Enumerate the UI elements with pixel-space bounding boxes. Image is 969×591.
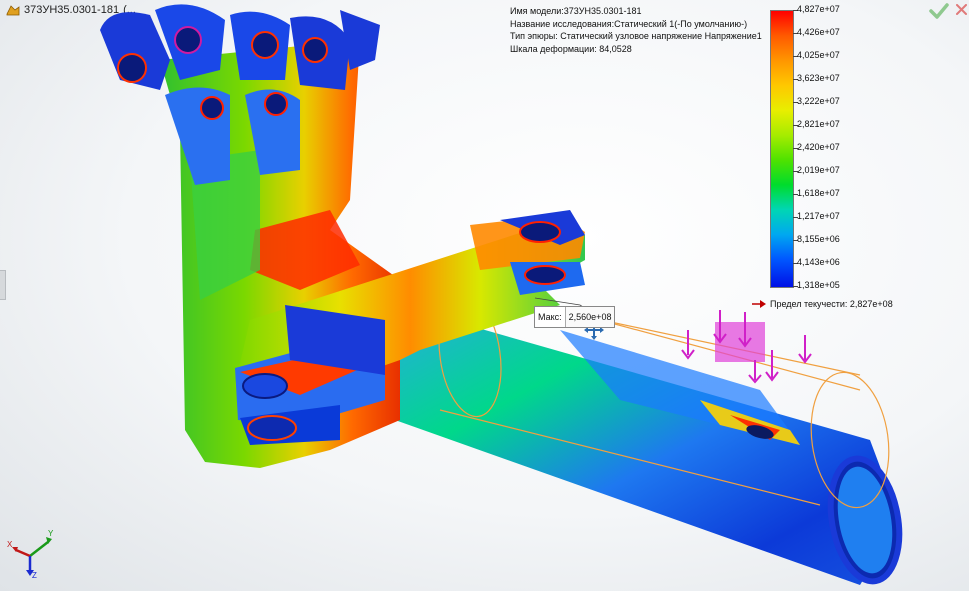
triad-x-label: X (7, 540, 13, 549)
tube-arm (380, 300, 903, 585)
max-stress-probe[interactable]: Макс: 2,560e+08 (534, 306, 616, 328)
stress-plot-model[interactable] (0, 0, 969, 591)
legend-label: 2,019e+07 (797, 165, 840, 175)
legend-label: 8,155e+06 (797, 234, 840, 244)
legend-label: 4,143e+06 (797, 257, 840, 267)
axis-triad-icon: X Y Z (7, 529, 54, 579)
legend-label: 4,025e+07 (797, 50, 840, 60)
legend-label: 3,623e+07 (797, 73, 840, 83)
max-value: 2,560e+08 (565, 307, 615, 327)
legend-label: 1,217e+07 (797, 211, 840, 221)
triad-y-label: Y (48, 529, 54, 538)
legend-label: 3,222e+07 (797, 96, 840, 106)
legend-label: 1,618e+07 (797, 188, 840, 198)
legend-label: 2,420e+07 (797, 142, 840, 152)
legend-label: 4,827e+07 (797, 4, 840, 14)
triad-z-label: Z (32, 571, 37, 579)
legend-label: 4,426e+07 (797, 27, 840, 37)
legend-label: 1,318e+05 (797, 280, 840, 290)
max-label: Макс: (535, 307, 566, 327)
legend-label: 2,821e+07 (797, 119, 840, 129)
